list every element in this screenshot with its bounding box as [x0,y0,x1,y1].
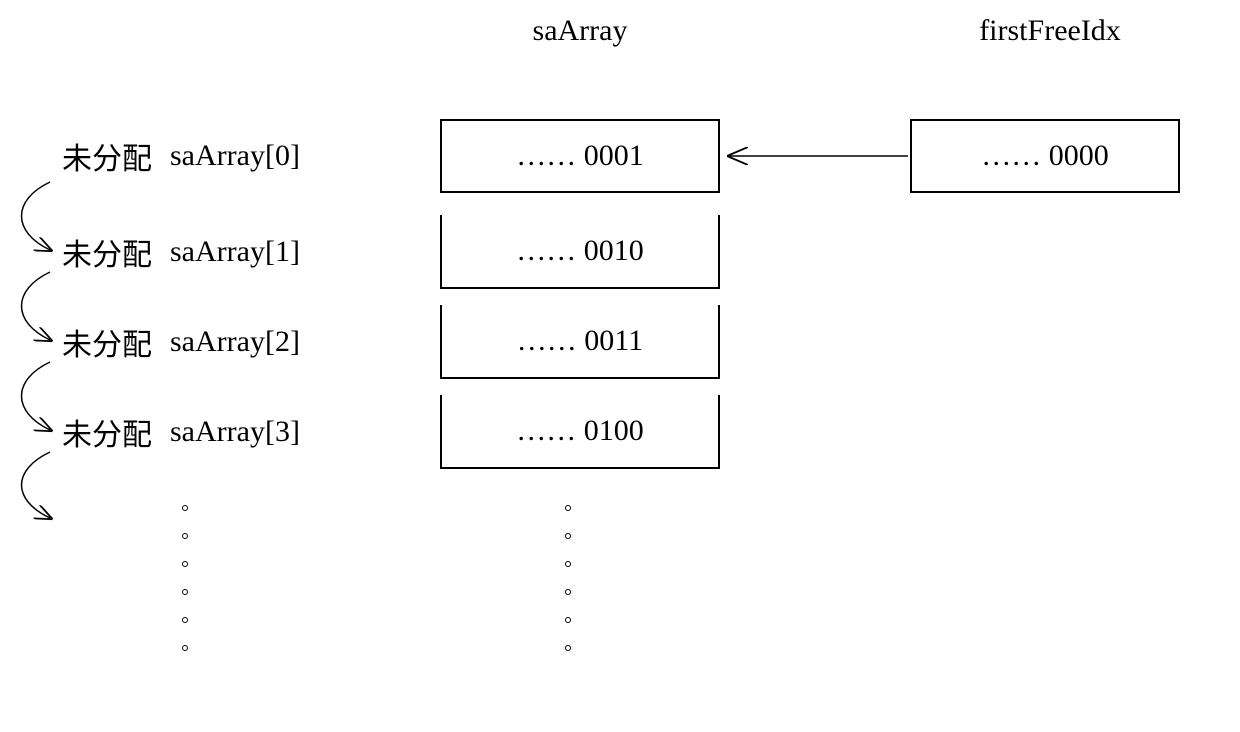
dot-icon [565,617,571,623]
saarray-cell-2: …… 0011 [440,305,720,379]
dot-icon [182,645,188,651]
left-continuation-dots [182,505,188,651]
firstfreeidx-value: …… 0000 [981,139,1109,173]
link-arrow-0-1 [22,182,51,250]
row-2-status: 未分配 [62,320,152,364]
dot-icon [565,505,571,511]
dot-icon [565,561,571,567]
saarray-header: saArray [480,14,680,48]
row-3-label: saArray[3] [170,415,300,449]
row-0-left: 未分配 saArray[0] [62,119,300,193]
row-2-left: 未分配 saArray[2] [62,305,300,379]
dot-icon [565,645,571,651]
row-2-label: saArray[2] [170,325,300,359]
saarray-continuation-dots [565,505,571,651]
saarray-cell-2-value: …… 0011 [517,324,643,358]
firstfreeidx-box: …… 0000 [910,119,1180,193]
saarray-cell-3: …… 0100 [440,395,720,469]
row-1-label: saArray[1] [170,235,300,269]
dot-icon [182,589,188,595]
dot-icon [182,617,188,623]
row-3-status: 未分配 [62,410,152,454]
row-0-label: saArray[0] [170,139,300,173]
saarray-cell-3-value: …… 0100 [516,414,644,448]
saarray-cell-1-value: …… 0010 [516,234,644,268]
row-0-status: 未分配 [62,134,152,178]
row-1-left: 未分配 saArray[1] [62,215,300,289]
row-3-left: 未分配 saArray[3] [62,395,300,469]
link-arrow-2-3 [22,362,51,430]
dot-icon [182,505,188,511]
dot-icon [182,533,188,539]
dot-icon [565,533,571,539]
saarray-cell-0: …… 0001 [440,119,720,193]
dot-icon [182,561,188,567]
saarray-cell-1: …… 0010 [440,215,720,289]
firstfreeidx-header: firstFreeIdx [940,14,1160,48]
saarray-cell-0-value: …… 0001 [516,139,644,173]
link-arrow-3-next [22,452,51,518]
dot-icon [565,589,571,595]
link-arrow-1-2 [22,272,51,340]
row-1-status: 未分配 [62,230,152,274]
